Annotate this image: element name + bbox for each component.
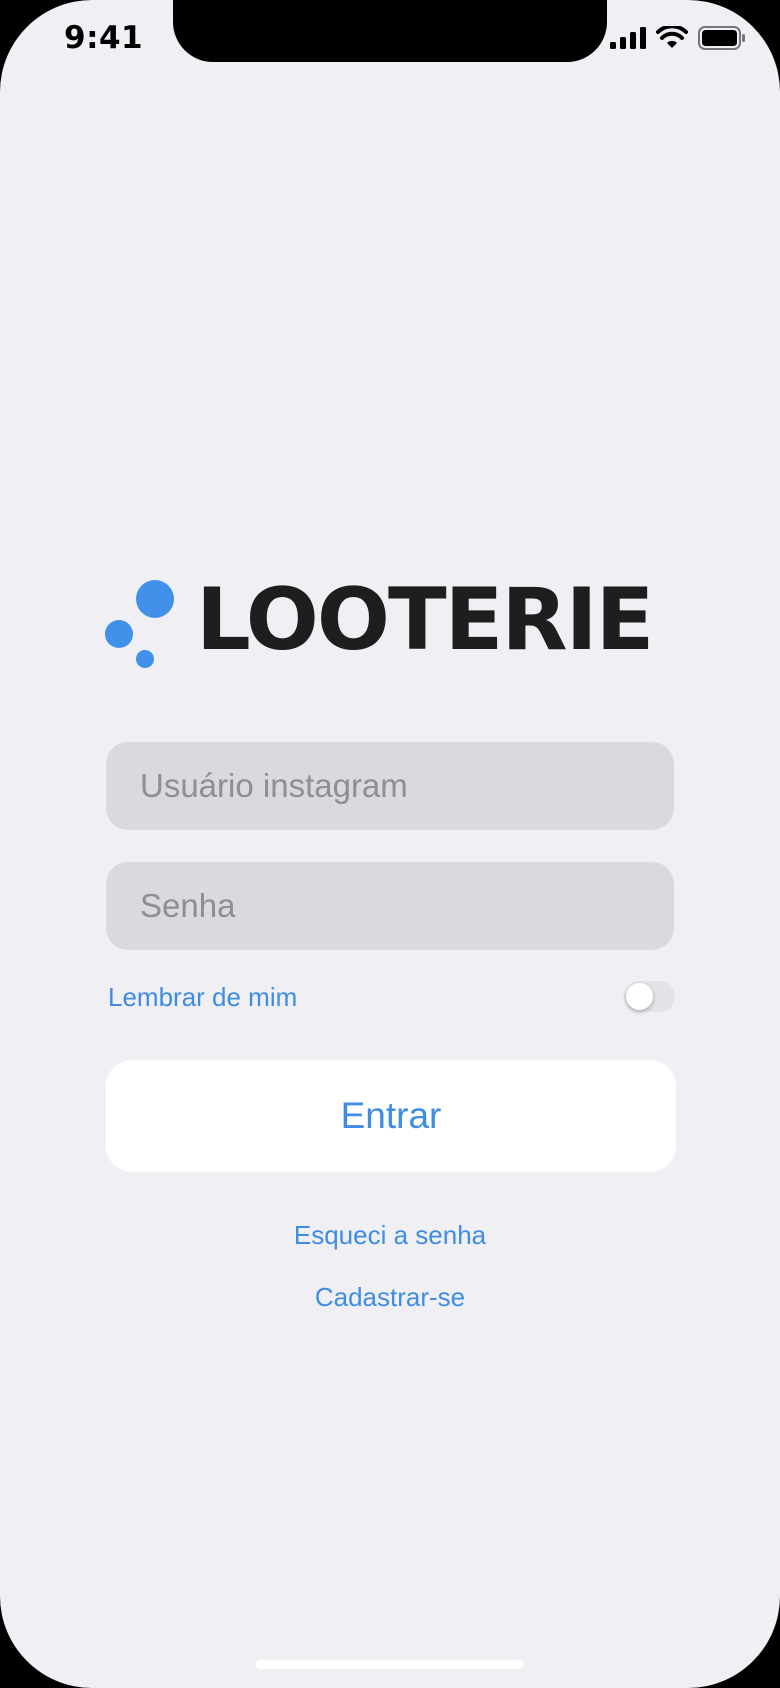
login-screen: 9:41 LOOTERIE Usuário instagram Senha Le…	[0, 0, 780, 1688]
username-field[interactable]: Usuário instagram	[106, 742, 674, 830]
login-button-label: Entrar	[340, 1095, 442, 1136]
status-icons	[610, 26, 746, 50]
battery-icon	[698, 26, 745, 50]
sign-up-link[interactable]: Cadastrar-se	[0, 1282, 780, 1313]
forgot-password-link[interactable]: Esqueci a senha	[0, 1220, 780, 1251]
cellular-signal-icon	[610, 27, 646, 49]
password-placeholder: Senha	[140, 887, 236, 924]
password-field[interactable]: Senha	[106, 862, 674, 950]
toggle-knob	[626, 983, 653, 1010]
home-indicator	[256, 1660, 524, 1669]
logo-dots-icon	[105, 580, 174, 668]
wifi-icon	[656, 26, 688, 48]
login-button[interactable]: Entrar	[106, 1060, 676, 1172]
logo-wordmark: LOOTERIE	[196, 570, 654, 670]
status-time: 9:41	[64, 20, 144, 56]
looterie-logo: LOOTERIE	[104, 570, 676, 670]
username-placeholder: Usuário instagram	[140, 767, 408, 804]
remember-me-label: Lembrar de mim	[108, 982, 298, 1012]
remember-me-toggle[interactable]	[624, 981, 675, 1012]
notch	[173, 0, 607, 62]
